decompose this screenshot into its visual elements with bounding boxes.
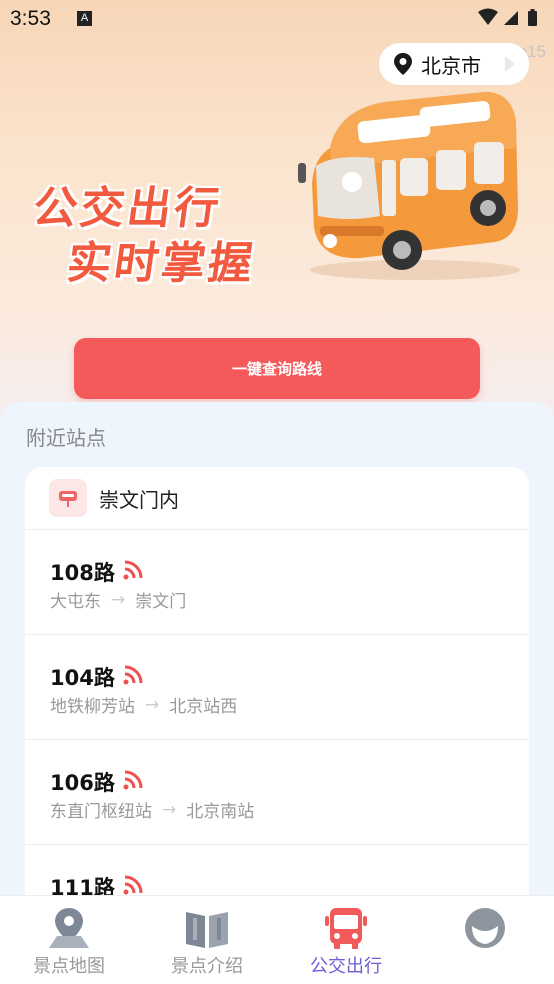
status-time: 3:53 xyxy=(10,7,51,30)
play-arrow-icon xyxy=(505,56,515,72)
hero-banner: 3:53 A ID:1a0e15 北京市 公交出行 实时掌握 xyxy=(0,0,554,420)
nearby-section: 附近站点 崇文门内 108路 大屯东 → 崇文门 104路 地铁柳芳站 → 北京… xyxy=(0,402,554,927)
realtime-signal-icon xyxy=(123,875,143,895)
stop-header[interactable]: 崇文门内 xyxy=(25,467,529,530)
bus-icon xyxy=(325,908,367,949)
bus-illustration xyxy=(298,92,520,280)
route-from: 东直门枢纽站 xyxy=(50,802,152,822)
realtime-signal-icon xyxy=(123,770,143,790)
tab-label: 景点地图 xyxy=(33,956,105,977)
book-icon xyxy=(186,912,228,948)
realtime-signal-icon xyxy=(123,560,143,580)
nearby-title: 附近站点 xyxy=(26,426,106,450)
cell-signal-icon xyxy=(504,11,518,25)
arrow-right-icon: → xyxy=(162,799,177,820)
tab-label: 公交出行 xyxy=(310,956,382,977)
route-direction: 东直门枢纽站 → 北京南站 xyxy=(50,797,255,823)
slogan-line-2: 实时掌握 xyxy=(63,238,259,289)
route-item[interactable]: 108路 大屯东 → 崇文门 xyxy=(25,530,529,635)
location-pin-icon xyxy=(394,53,412,75)
route-from: 地铁柳芳站 xyxy=(50,697,135,717)
arrow-right-icon: → xyxy=(111,589,126,610)
route-number: 104路 xyxy=(50,666,115,690)
tab-scenic-intro[interactable]: 景点介绍 xyxy=(138,896,276,984)
system-status-icons xyxy=(478,8,537,26)
stop-name: 崇文门内 xyxy=(99,487,179,512)
bottom-tab-bar: 景点地图 景点介绍 公交出行 xyxy=(0,895,554,984)
tab-profile[interactable] xyxy=(416,896,554,984)
route-direction: 大屯东 → 崇文门 xyxy=(50,587,187,613)
stop-card: 崇文门内 108路 大屯东 → 崇文门 104路 地铁柳芳站 → 北京站西 10… xyxy=(25,467,529,927)
route-to: 崇文门 xyxy=(135,592,187,612)
tab-scenic-map[interactable]: 景点地图 xyxy=(0,896,138,984)
route-to: 北京南站 xyxy=(186,802,255,822)
route-number: 108路 xyxy=(50,561,115,585)
status-bar: 3:53 A xyxy=(0,0,554,38)
route-number: 106路 xyxy=(50,771,115,795)
map-pin-icon xyxy=(49,908,89,948)
route-item[interactable]: 104路 地铁柳芳站 → 北京站西 xyxy=(25,635,529,740)
arrow-right-icon: → xyxy=(145,694,160,715)
tab-bus-travel[interactable]: 公交出行 xyxy=(277,896,415,984)
notification-a-icon: A xyxy=(77,11,92,26)
city-selector[interactable]: 北京市 xyxy=(379,43,529,85)
city-name: 北京市 xyxy=(421,53,481,78)
profile-icon xyxy=(465,908,505,948)
wifi-icon xyxy=(478,8,498,25)
realtime-signal-icon xyxy=(123,665,143,685)
tab-label: 景点介绍 xyxy=(171,956,243,977)
route-to: 北京站西 xyxy=(169,697,238,717)
route-direction: 地铁柳芳站 → 北京站西 xyxy=(50,692,238,718)
route-item[interactable]: 106路 东直门枢纽站 → 北京南站 xyxy=(25,740,529,845)
query-route-button[interactable]: 一键查询路线 xyxy=(74,338,480,399)
battery-icon xyxy=(528,11,537,26)
bus-stop-icon xyxy=(49,479,87,517)
route-from: 大屯东 xyxy=(50,592,101,612)
